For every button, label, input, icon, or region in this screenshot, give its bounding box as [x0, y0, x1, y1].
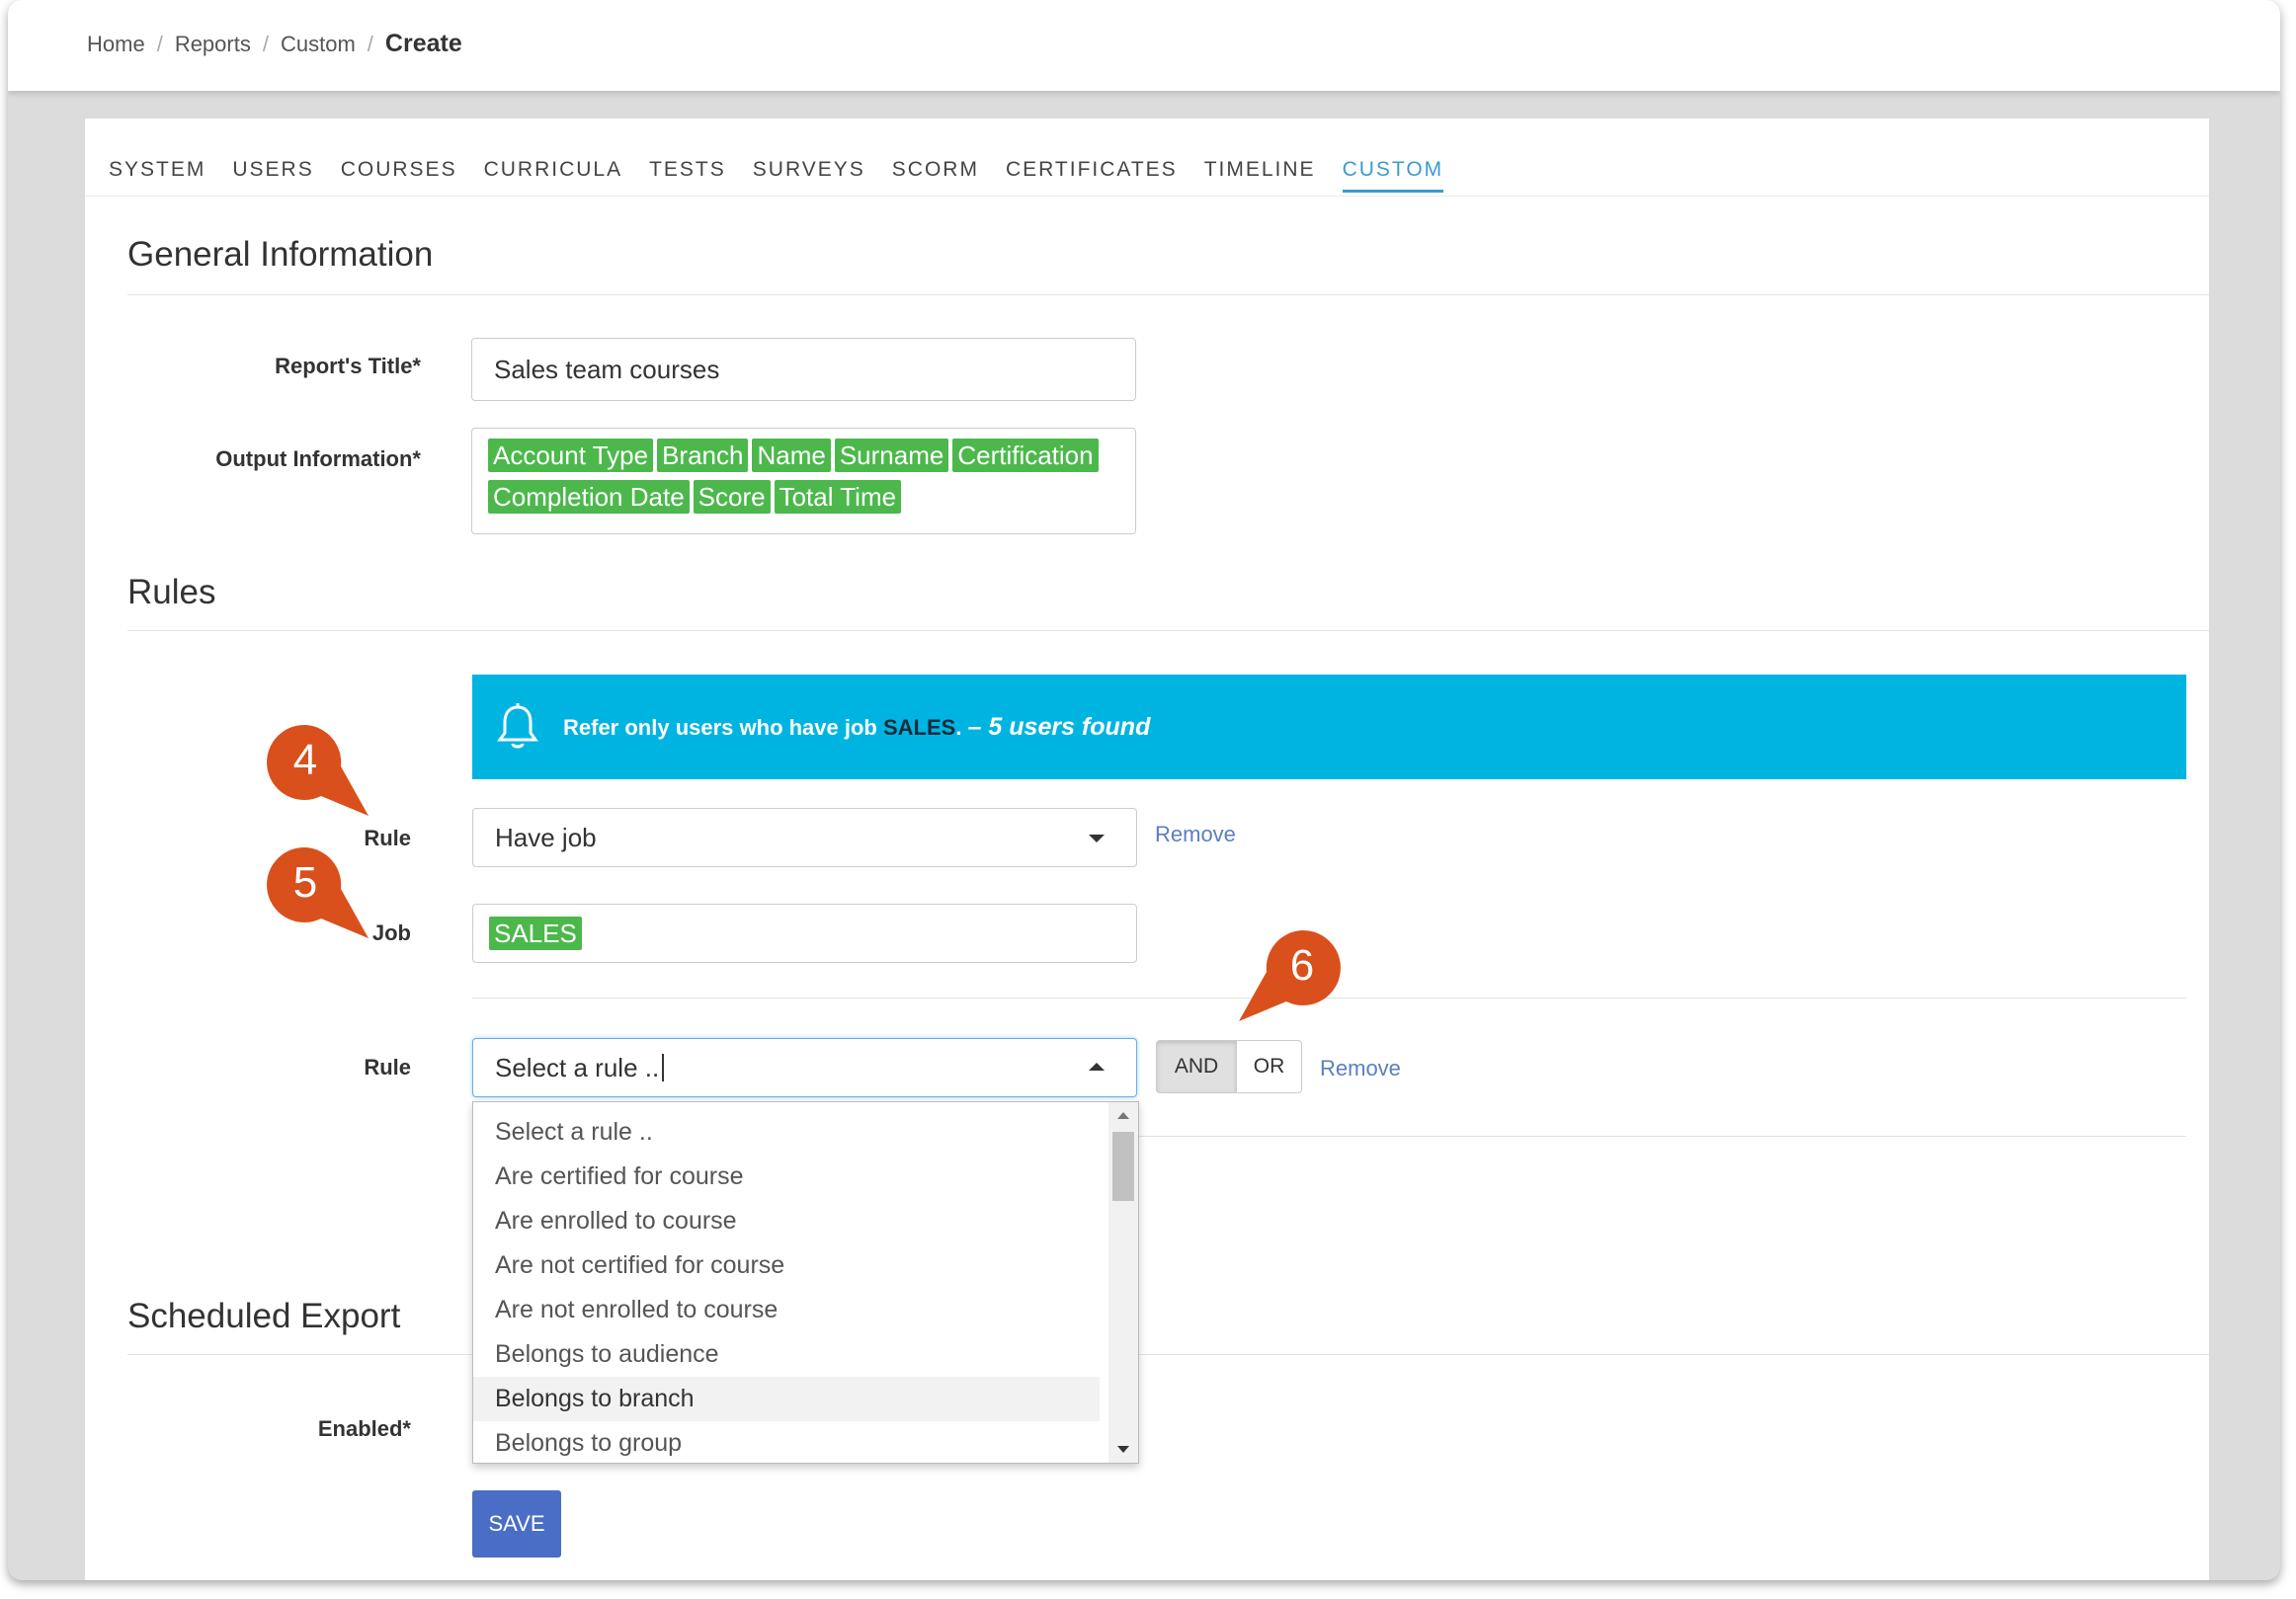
- tab-courses[interactable]: COURSES: [341, 158, 457, 193]
- tab-timeline[interactable]: TIMELINE: [1204, 158, 1316, 193]
- breadcrumb-reports[interactable]: Reports: [175, 32, 251, 57]
- general-information-title: General Information: [127, 235, 434, 274]
- top-bar: Home / Reports / Custom / Create: [8, 0, 2280, 91]
- breadcrumb-home[interactable]: Home: [87, 32, 145, 57]
- breadcrumb-current: Create: [384, 30, 462, 57]
- breadcrumb-separator: /: [156, 31, 163, 56]
- tab-users[interactable]: USERS: [232, 158, 313, 193]
- and-or-toggle: AND OR: [1156, 1040, 1302, 1093]
- rule-summary-alert: Refer only users who have job SALES. – 5…: [472, 675, 2186, 779]
- tab-scorm[interactable]: SCORM: [892, 158, 979, 193]
- report-tabs: SYSTEM USERS COURSES CURRICULA TESTS SUR…: [109, 158, 1470, 193]
- option-belongs-to-audience[interactable]: Belongs to audience: [473, 1332, 1100, 1377]
- option-belongs-to-branch[interactable]: Belongs to branch: [473, 1377, 1100, 1421]
- tag-total-time[interactable]: Total Time: [774, 480, 902, 514]
- breadcrumb-separator: /: [367, 31, 373, 56]
- text-cursor: [662, 1054, 665, 1081]
- section-divider: [127, 1354, 2209, 1355]
- option-are-not-certified-for-course[interactable]: Are not certified for course: [473, 1243, 1100, 1288]
- callout-marker-4: 4: [267, 724, 369, 816]
- breadcrumb: Home / Reports / Custom / Create: [87, 30, 462, 58]
- scheduled-export-title: Scheduled Export: [127, 1297, 401, 1335]
- tab-divider: [85, 196, 2209, 197]
- output-information-tags[interactable]: Account Type Branch Name Surname Certificati…: [471, 428, 1136, 534]
- or-button[interactable]: OR: [1237, 1040, 1302, 1093]
- option-belongs-to-group[interactable]: Belongs to group: [473, 1421, 1100, 1463]
- window-frame: Home / Reports / Custom / Create SYSTEM …: [8, 0, 2280, 1580]
- report-title-input[interactable]: Sales team courses: [471, 338, 1136, 401]
- and-button[interactable]: AND: [1156, 1040, 1237, 1093]
- option-are-not-enrolled-to-course[interactable]: Are not enrolled to course: [473, 1288, 1100, 1332]
- tab-curricula[interactable]: CURRICULA: [484, 158, 623, 193]
- remove-rule-link[interactable]: Remove: [1155, 822, 1236, 847]
- section-divider: [127, 294, 2209, 295]
- alert-suffix: .: [955, 714, 968, 740]
- marker-5-number: 5: [293, 858, 317, 907]
- scrollbar-thumb[interactable]: [1112, 1132, 1134, 1201]
- enabled-label: Enabled*: [317, 1416, 411, 1441]
- job-tags-input[interactable]: SALES: [472, 904, 1137, 963]
- tab-surveys[interactable]: SURVEYS: [753, 158, 865, 193]
- rule-select-placeholder: Select a rule ..: [495, 1052, 660, 1082]
- tag-branch[interactable]: Branch: [657, 439, 749, 472]
- option-are-enrolled-to-course[interactable]: Are enrolled to course: [473, 1199, 1100, 1243]
- alert-text: Refer only users who have job SALES. – 5…: [563, 713, 1150, 742]
- tab-certificates[interactable]: CERTIFICATES: [1006, 158, 1178, 193]
- breadcrumb-separator: /: [262, 31, 269, 56]
- chevron-down-icon: [1089, 835, 1105, 842]
- breadcrumb-custom[interactable]: Custom: [281, 32, 356, 57]
- tag-name[interactable]: Name: [752, 439, 831, 472]
- output-information-label: Output Information*: [215, 446, 421, 471]
- tag-completion-date[interactable]: Completion Date: [488, 480, 690, 514]
- rule-select-value: Have job: [495, 822, 597, 852]
- section-divider: [127, 630, 2209, 631]
- chevron-up-icon: [1089, 1063, 1105, 1071]
- option-select-a-rule[interactable]: Select a rule ..: [473, 1110, 1100, 1155]
- alert-users-found: – 5 users found: [967, 712, 1151, 741]
- marker-6-number: 6: [1290, 941, 1314, 990]
- tab-system[interactable]: SYSTEM: [109, 158, 205, 193]
- scroll-down-arrow-icon[interactable]: [1117, 1446, 1129, 1453]
- alert-prefix: Refer only users who have job: [563, 714, 883, 740]
- rule-select-open[interactable]: Select a rule ..: [472, 1038, 1137, 1097]
- tag-score[interactable]: Score: [693, 480, 771, 514]
- dropdown-scrollbar[interactable]: [1108, 1102, 1138, 1463]
- rule-select[interactable]: Have job: [472, 808, 1137, 867]
- rule-dropdown-list: Select a rule .. Are certified for cours…: [472, 1101, 1139, 1464]
- tag-certification[interactable]: Certification: [952, 439, 1099, 472]
- callout-marker-6: 6: [1239, 929, 1341, 1021]
- report-title-label: Report's Title*: [275, 354, 421, 378]
- tab-tests[interactable]: TESTS: [649, 158, 726, 193]
- scroll-up-arrow-icon[interactable]: [1117, 1112, 1129, 1119]
- report-title-value: Sales team courses: [494, 354, 720, 384]
- callout-marker-5: 5: [267, 846, 369, 938]
- option-are-certified-for-course[interactable]: Are certified for course: [473, 1155, 1100, 1199]
- marker-4-number: 4: [293, 736, 317, 784]
- tab-custom[interactable]: CUSTOM: [1342, 158, 1444, 193]
- tag-sales[interactable]: SALES: [489, 917, 582, 950]
- bell-icon: [497, 703, 538, 749]
- remove-rule-link[interactable]: Remove: [1320, 1056, 1401, 1081]
- rules-title: Rules: [127, 573, 216, 611]
- tag-surname[interactable]: Surname: [834, 439, 949, 472]
- alert-job: SALES: [882, 714, 956, 740]
- save-button[interactable]: SAVE: [472, 1490, 561, 1558]
- tag-account-type[interactable]: Account Type: [488, 439, 654, 472]
- rule-label: Rule: [364, 1055, 411, 1079]
